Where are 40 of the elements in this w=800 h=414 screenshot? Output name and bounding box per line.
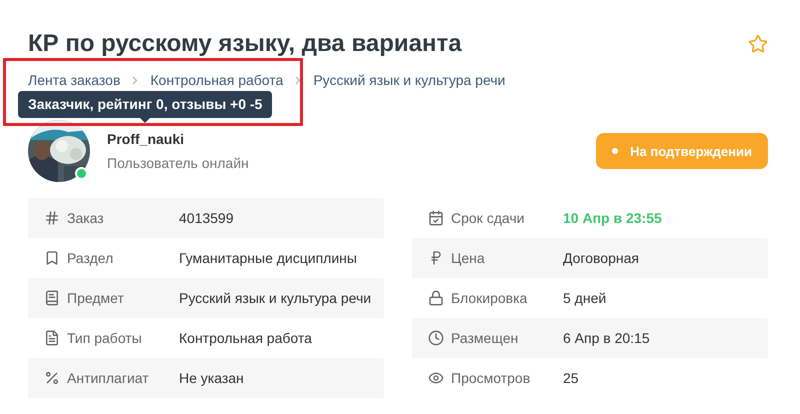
star-icon[interactable] (748, 34, 768, 54)
clock-icon (428, 330, 444, 346)
detail-label: Заказ (67, 210, 105, 226)
detail-value: 10 Апр в 23:55 (563, 209, 663, 228)
detail-value: 5 дней (563, 289, 608, 308)
chevron-icon (295, 76, 302, 84)
breadcrumb-link[interactable]: Контрольная работа (150, 72, 284, 88)
detail-value: Договорная (563, 249, 640, 268)
document-icon (44, 330, 60, 346)
user-name[interactable]: Proff_nauki (107, 131, 596, 147)
book-icon (44, 290, 60, 306)
detail-value: Контрольная работа (179, 329, 313, 348)
breadcrumb-link[interactable]: Лента заказов (28, 72, 120, 88)
tooltip-arrow-icon (140, 118, 150, 123)
detail-value: 6 Апр в 20:15 (563, 329, 651, 348)
detail-value: Русский язык и культура речи (179, 289, 372, 308)
detail-label: Раздел (67, 250, 114, 266)
detail-label: Размещен (451, 330, 520, 346)
tooltip: Заказчик, рейтинг 0, отзывы +0 -5 (18, 91, 272, 118)
detail-label: Антиплагиат (67, 370, 150, 386)
detail-value: Гуманитарные дисциплины (179, 249, 358, 268)
detail-label: Просмотров (451, 370, 532, 386)
user-status: Пользователь онлайн (107, 155, 250, 171)
bookmark-icon (44, 250, 60, 266)
detail-value: 25 (563, 369, 580, 388)
page-title: КР по русскому языку, два варианта (28, 30, 462, 58)
hash-icon (44, 210, 60, 226)
lock-icon (428, 290, 444, 306)
detail-label: Срок сдачи (451, 210, 526, 226)
percent-icon (44, 370, 60, 386)
breadcrumb-link[interactable]: Русский язык и культура речи (313, 72, 506, 88)
detail-value: Не указан (179, 369, 245, 388)
detail-label: Тип работы (67, 330, 143, 346)
detail-label: Цена (451, 250, 486, 266)
detail-label: Блокировка (451, 290, 528, 306)
eye-icon (428, 370, 444, 386)
chevron-icon (132, 76, 138, 84)
detail-label: Предмет (67, 290, 125, 306)
calendar-icon (428, 210, 444, 226)
detail-value: 4013599 (179, 209, 235, 228)
